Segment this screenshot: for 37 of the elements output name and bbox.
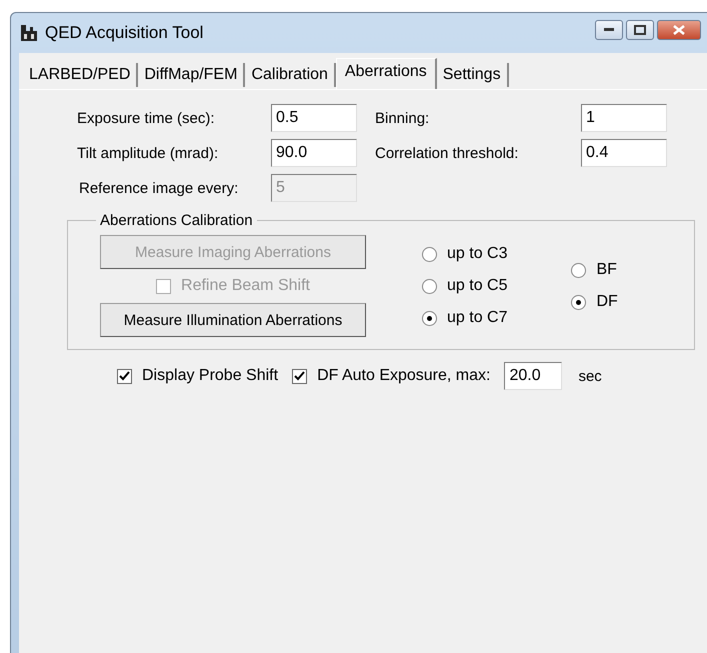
input-field[interactable]: 0.5 bbox=[271, 104, 357, 132]
group-title: Aberrations Calibration bbox=[99, 212, 254, 229]
radio-label: up to C7 bbox=[447, 309, 508, 327]
radio-label: up to C5 bbox=[447, 277, 508, 295]
field-label: Exposure time (sec): bbox=[76, 110, 216, 126]
measure-button[interactable]: Measure Illumination Aberrations bbox=[100, 303, 366, 337]
field-label: Correlation threshold: bbox=[375, 144, 520, 162]
tab[interactable]: Aberrations bbox=[336, 58, 437, 89]
unit-label: sec bbox=[578, 368, 602, 384]
checkbox-label: Display Probe Shift bbox=[142, 367, 278, 385]
input-field[interactable]: 0.4 bbox=[581, 139, 667, 167]
checkbox[interactable] bbox=[292, 368, 308, 384]
app-icon bbox=[19, 23, 39, 43]
checkbox-label: DF Auto Exposure, max: bbox=[317, 367, 490, 385]
radio-button[interactable] bbox=[571, 262, 586, 278]
maximize-button[interactable] bbox=[626, 20, 654, 40]
close-button[interactable] bbox=[657, 20, 701, 40]
minimize-icon bbox=[604, 28, 614, 32]
input-field[interactable]: 20.0 bbox=[504, 362, 562, 390]
minimize-button[interactable] bbox=[595, 20, 623, 40]
close-icon bbox=[673, 25, 685, 35]
field-label: Tilt amplitude (mrad): bbox=[76, 144, 220, 162]
radio-label: up to C3 bbox=[447, 245, 508, 263]
radio-label: DF bbox=[596, 293, 618, 311]
radio-button[interactable] bbox=[571, 294, 586, 310]
radio-button[interactable] bbox=[422, 246, 437, 262]
radio-button[interactable] bbox=[422, 278, 437, 294]
input-field[interactable]: 90.0 bbox=[271, 139, 357, 167]
window-title: QED Acquisition Tool bbox=[45, 23, 204, 43]
field-label: Reference image every: bbox=[78, 180, 240, 196]
radio-label: BF bbox=[596, 261, 617, 279]
radio-button[interactable] bbox=[422, 310, 437, 326]
maximize-icon bbox=[634, 25, 646, 35]
input-field[interactable]: 1 bbox=[581, 104, 667, 132]
field-label: Binning: bbox=[375, 110, 430, 126]
checkbox[interactable] bbox=[117, 368, 132, 384]
checkbox-label: Refine Beam Shift bbox=[181, 277, 310, 295]
